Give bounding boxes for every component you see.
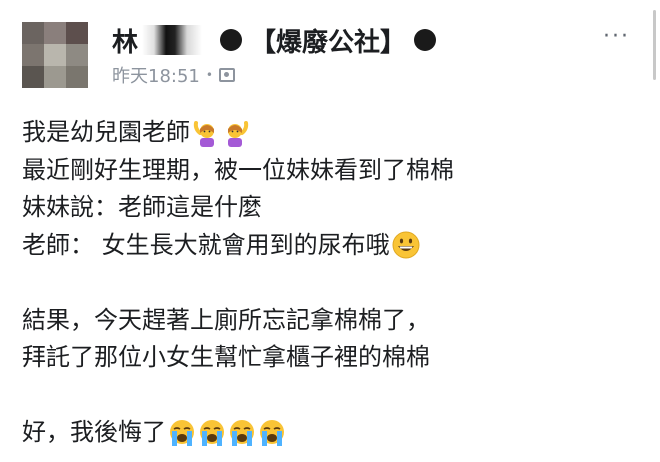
- post-text: 結果，今天趕著上廁所忘記拿棉棉了，: [22, 305, 430, 334]
- post-text: 我是幼兒園老師: [22, 118, 190, 146]
- post-text: 好，我後悔了: [22, 418, 166, 446]
- group-privacy-icon[interactable]: [218, 68, 235, 82]
- post-line-7: 好，我後悔了: [22, 414, 642, 452]
- post-line-6: 拜託了那位小女生幫忙拿櫃子裡的棉棉: [22, 339, 642, 377]
- group-name[interactable]: 【爆廢公社】: [250, 22, 406, 59]
- more-options-button[interactable]: ···: [603, 24, 630, 49]
- post-line-3: 妹妹說：老師這是什麼: [22, 189, 642, 227]
- post-line-5: 結果，今天趕著上廁所忘記拿棉棉了，: [22, 302, 642, 340]
- scrollbar[interactable]: [653, 10, 656, 80]
- post-line-2: 最近剛好生理期，被一位妹妹看到了棉棉: [22, 152, 642, 190]
- group-prefix-dot-icon: [220, 29, 243, 51]
- loudly-crying-face-emoji: [260, 419, 284, 446]
- post-text: 妹妹說：老師這是什麼: [22, 193, 262, 221]
- post-line-4: 老師： 女生長大就會用到的尿布哦: [22, 227, 642, 265]
- post-timestamp[interactable]: 昨天18:51: [112, 62, 200, 88]
- post-text: 最近剛好生理期，被一位妹妹看到了棉棉: [22, 155, 454, 184]
- woman-raising-hand-emoji: [228, 120, 249, 147]
- loudly-crying-face-emoji: [170, 419, 194, 446]
- woman-raising-hand-emoji: [193, 120, 214, 147]
- blurred-name-redaction: [142, 25, 203, 55]
- post-text: 拜託了那位小女生幫忙拿櫃子裡的棉棉: [22, 343, 430, 371]
- author-name[interactable]: 林: [112, 22, 138, 59]
- post-line-1: 我是幼兒園老師: [22, 114, 642, 152]
- avatar[interactable]: [22, 22, 88, 88]
- post-meta: 昨天18:51 •: [112, 62, 235, 88]
- post-text: 老師： 女生長大就會用到的尿布哦: [22, 230, 390, 259]
- post-header-title: 林 【爆廢公社】: [112, 20, 444, 60]
- meta-separator: •: [205, 68, 213, 82]
- loudly-crying-face-emoji: [200, 419, 224, 446]
- group-suffix-dot-icon: [414, 29, 437, 51]
- loudly-crying-face-emoji: [230, 419, 254, 446]
- post-body: 我是幼兒園老師 最近剛好生理期，被一位妹妹看到了棉棉 妹妹說：老師這是什麼 老師…: [22, 114, 642, 452]
- facebook-post: 林 【爆廢公社】 昨天18:51 • ··· 我是幼兒園老師 最近剛好生理期，被…: [0, 0, 660, 462]
- grinning-face-emoji: [392, 231, 420, 259]
